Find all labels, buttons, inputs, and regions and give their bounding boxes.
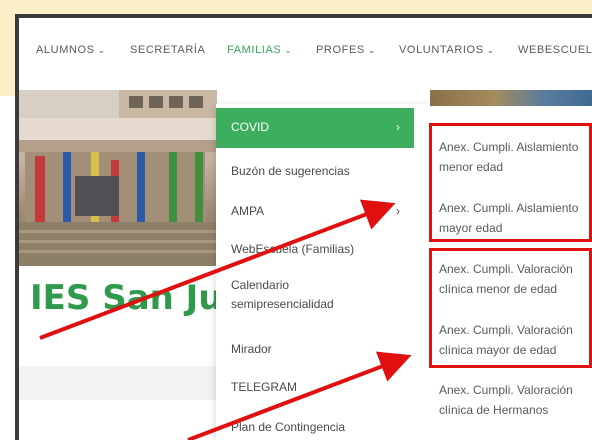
site-title[interactable]: IES San Jua xyxy=(30,278,245,318)
nav-item-label: WEBESCUELA xyxy=(518,44,592,56)
chevron-right-icon: › xyxy=(396,120,400,134)
chevron-down-icon: ⌄ xyxy=(97,45,106,55)
chevron-down-icon: ⌄ xyxy=(367,45,376,55)
nav-item-label: SECRETARÍA xyxy=(130,44,206,56)
nav-item-label: FAMILIAS xyxy=(227,44,282,56)
nav-item-voluntarios[interactable]: VOLUNTARIOS ⌄ xyxy=(399,44,495,56)
nav-item-secretaria[interactable]: SECRETARÍA xyxy=(130,44,205,56)
dropdown-item-label: COVID xyxy=(231,120,270,134)
nav-item-label: VOLUNTARIOS xyxy=(399,44,484,56)
dropdown-item-buzon[interactable]: Buzón de sugerencias xyxy=(216,162,414,181)
nav-item-profes[interactable]: PROFES ⌄ xyxy=(316,44,376,56)
chevron-right-icon: › xyxy=(396,204,400,218)
chevron-down-icon: ⌄ xyxy=(284,45,293,55)
nav-item-label: ALUMNOS xyxy=(36,44,95,56)
nav-item-alumnos[interactable]: ALUMNOS ⌄ xyxy=(36,44,106,56)
familias-dropdown-menu: COVID › Buzón de sugerencias AMPA › WebE… xyxy=(216,104,430,440)
dropdown-item-label: AMPA xyxy=(231,204,265,218)
chevron-down-icon: ⌄ xyxy=(486,45,495,55)
nav-item-label: PROFES xyxy=(316,44,365,56)
dropdown-item-ampa[interactable]: AMPA › xyxy=(216,202,414,221)
dropdown-item-webescuela[interactable]: WebEscuela (Familias) xyxy=(216,240,414,259)
dropdown-item-plan-contingencia[interactable]: Plan de Contingencia xyxy=(216,418,414,437)
school-building-illustration xyxy=(19,90,217,266)
dropdown-item-mirador[interactable]: Mirador xyxy=(216,340,414,359)
dropdown-item-covid[interactable]: COVID › xyxy=(216,108,414,148)
dropdown-item-calendario[interactable]: Calendario semipresencialidad xyxy=(216,276,386,314)
dropdown-item-telegram[interactable]: TELEGRAM xyxy=(216,378,414,397)
main-nav: ALUMNOS ⌄ SECRETARÍA FAMILIAS ⌄ PROFES ⌄ VO… xyxy=(19,18,592,90)
highlight-box-aislamiento xyxy=(429,123,592,242)
highlight-box-valoracion xyxy=(429,248,592,368)
header-photo-strip xyxy=(430,90,592,106)
submenu-item-valoracion-hermanos[interactable]: Anex. Cumpli. Valoración clínica de Herm… xyxy=(439,380,589,420)
content-strip xyxy=(19,366,219,400)
nav-item-webescuela[interactable]: WEBESCUELA xyxy=(518,44,592,56)
nav-item-familias[interactable]: FAMILIAS ⌄ xyxy=(227,44,292,56)
school-building-photo xyxy=(19,90,217,266)
